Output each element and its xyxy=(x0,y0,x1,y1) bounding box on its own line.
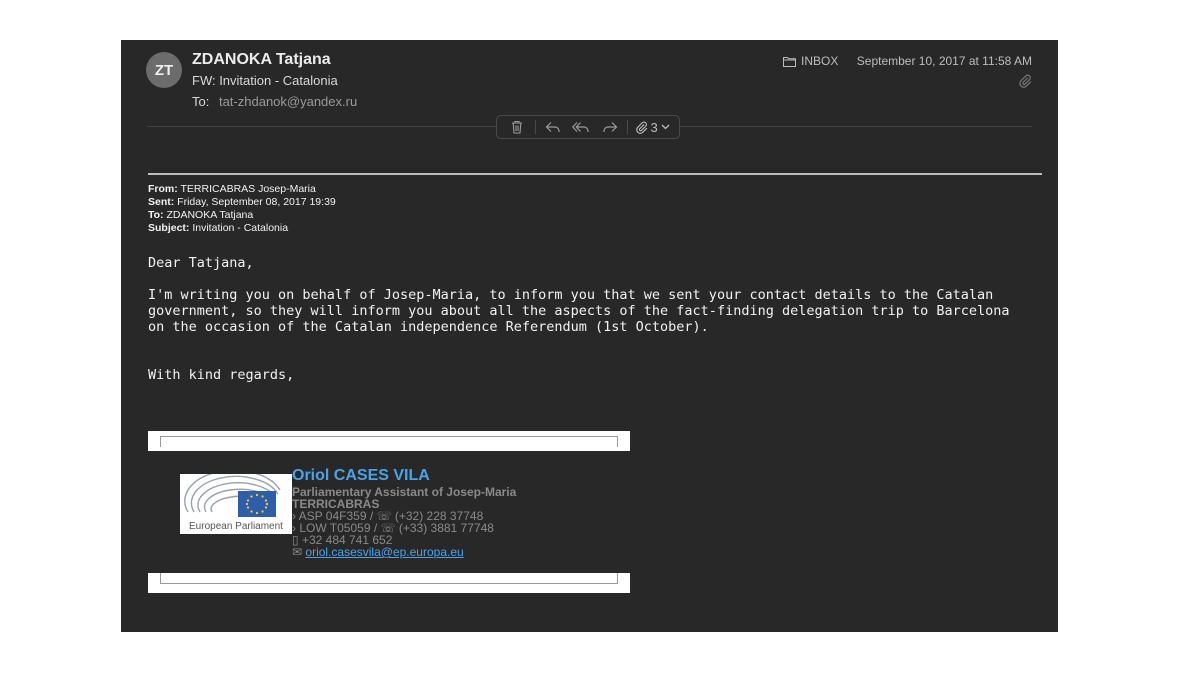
reply-icon xyxy=(545,122,560,132)
received-date: September 10, 2017 at 11:58 AM xyxy=(856,54,1032,68)
fwd-sent-line: Sent: Friday, September 08, 2017 19:39 xyxy=(148,196,336,209)
mailbox-label[interactable]: INBOX xyxy=(783,54,838,68)
fwd-subject-line: Subject: Invitation - Catalonia xyxy=(148,222,336,235)
signature-email: ✉ oriol.casesvila@ep.europa.eu xyxy=(292,546,516,558)
frame-line xyxy=(160,436,618,447)
signature-name: Oriol CASES VILA xyxy=(292,467,430,484)
fwd-subject-label: Subject: xyxy=(148,222,190,234)
fwd-from-label: From: xyxy=(148,183,178,195)
envelope-icon: ✉ xyxy=(292,545,303,559)
attachments-button[interactable]: 3 xyxy=(635,120,670,135)
greeting: Dear Tatjana, xyxy=(148,255,254,271)
toolbar-divider xyxy=(627,120,629,134)
chevron-down-icon xyxy=(661,124,670,130)
forward-icon xyxy=(603,122,618,132)
delete-button[interactable] xyxy=(506,118,528,136)
forwarded-header: From: TERRICABRAS Josep-Maria Sent: Frid… xyxy=(148,183,336,235)
fwd-to-value: ZDANOKA Tatjana xyxy=(166,209,254,221)
signature-frame-bottom xyxy=(148,573,630,593)
toolbar-divider xyxy=(534,120,536,134)
reply-all-icon xyxy=(572,122,589,132)
reply-all-button[interactable] xyxy=(570,118,592,136)
to-label: To: xyxy=(192,94,210,109)
email-link[interactable]: oriol.casesvila@ep.europa.eu xyxy=(305,545,463,559)
paperclip-icon xyxy=(635,121,647,134)
avatar-initials: ZT xyxy=(154,61,174,79)
sender-name: ZDANOKA Tatjana xyxy=(192,51,331,68)
attachments-count: 3 xyxy=(650,119,658,135)
folder-icon xyxy=(783,56,796,67)
paperclip-icon xyxy=(1019,74,1032,88)
logo-wordmark: European Parliament xyxy=(189,521,283,532)
fwd-sent-label: Sent: xyxy=(148,196,175,208)
email-subject: FW: Invitation - Catalonia xyxy=(192,73,338,88)
fwd-to-line: To: ZDANOKA Tatjana xyxy=(148,209,336,222)
forward-button[interactable] xyxy=(599,118,621,136)
signature-block: Oriol CASES VILA Parliamentary Assistant… xyxy=(292,466,516,558)
mailbox-name: INBOX xyxy=(801,54,839,68)
reply-button[interactable] xyxy=(542,118,564,136)
fwd-from-value: TERRICABRAS Josep-Maria xyxy=(180,183,316,195)
trash-icon xyxy=(512,120,523,134)
message-body: I'm writing you on behalf of Josep-Maria… xyxy=(148,287,1010,335)
closing: With kind regards, xyxy=(148,367,295,383)
forward-divider xyxy=(148,173,1042,175)
frame-line xyxy=(160,573,618,584)
message-toolbar: 3 xyxy=(496,115,680,139)
fwd-subject-value: Invitation - Catalonia xyxy=(192,222,289,234)
signature-frame-top xyxy=(148,431,630,451)
european-parliament-logo: European Parliament xyxy=(180,469,292,534)
recipient-line: To: tat-zhdanok@yandex.ru xyxy=(192,94,357,109)
recipient-address[interactable]: tat-zhdanok@yandex.ru xyxy=(219,94,357,109)
avatar: ZT xyxy=(146,52,182,88)
fwd-to-label: To: xyxy=(148,209,164,221)
fwd-from-line: From: TERRICABRAS Josep-Maria xyxy=(148,183,336,196)
fwd-sent-value: Friday, September 08, 2017 19:39 xyxy=(177,196,336,208)
email-window: ZT ZDANOKA Tatjana FW: Invitation - Cata… xyxy=(121,40,1058,632)
